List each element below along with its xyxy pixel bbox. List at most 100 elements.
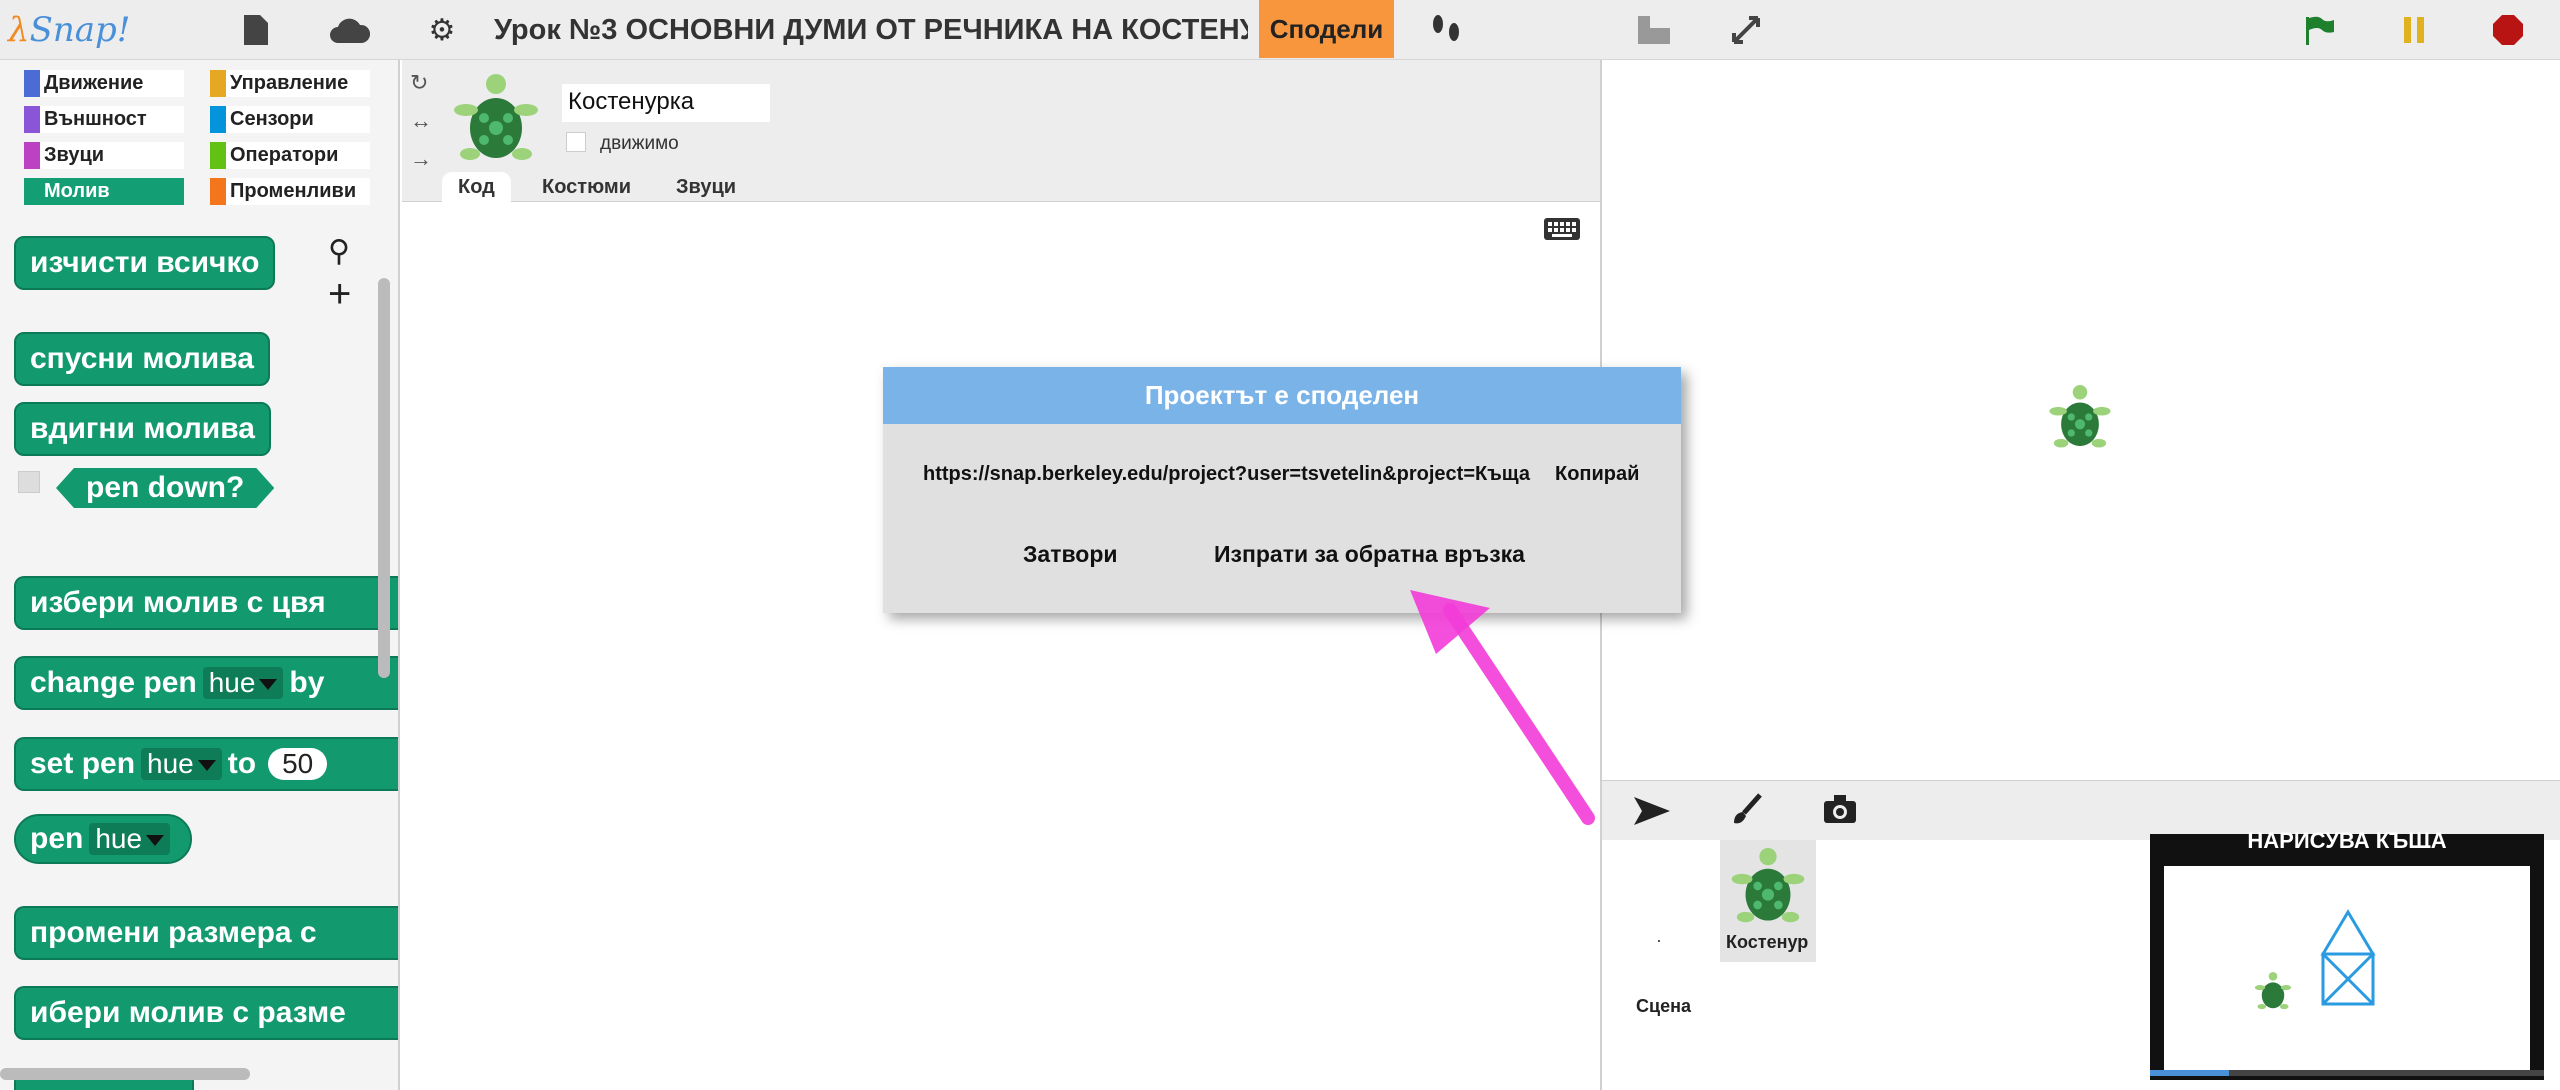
camera-icon[interactable] [1824,795,1856,828]
value-input[interactable]: 50 [268,748,328,780]
project-url[interactable]: https://snap.berkeley.edu/project?user=t… [923,463,1530,486]
stage-size-icon[interactable] [1636,12,1672,48]
stop-icon[interactable] [2490,12,2526,48]
logo-text: Snap! [29,10,131,50]
change-pen-block[interactable]: change pen hue by [14,656,398,710]
block-label: by [289,666,325,699]
block-label: ибери молив с разме [30,996,346,1029]
close-button[interactable]: Затвори [1023,541,1118,568]
snap-window: λSnap! ⚙ Урок №3 ОСНОВНИ ДУМИ ОТ РЕЧНИКА… [0,0,2560,1090]
change-size-block[interactable]: промени размера с [14,906,398,960]
category-swatch [24,70,40,97]
corral-sprite-thumbnail [1730,844,1806,933]
palette-vertical-scrollbar[interactable] [378,278,390,678]
block-label: промени размера с [30,916,317,949]
palette-horizontal-scrollbar[interactable] [0,1068,250,1080]
pen-up-block[interactable]: вдигни молива [14,402,271,456]
category-looks[interactable]: Външност [24,106,184,133]
stage-thumbnail[interactable] [1658,940,1660,942]
draggable-checkbox[interactable] [566,132,586,152]
share-button[interactable]: Сподели [1259,0,1394,58]
tab-sounds[interactable]: Звуци [660,172,752,202]
cloud-icon[interactable] [328,12,372,48]
rotate-none-icon[interactable]: → [410,146,432,172]
block-label: вдигни молива [30,412,255,445]
hue-dropdown[interactable]: hue [202,667,284,699]
category-pen[interactable]: Молив [24,178,184,205]
stage[interactable] [1600,60,2560,780]
category-label: Променливи [230,180,357,202]
turtle-arrow-icon[interactable] [1634,797,1670,830]
dropdown-value: hue [208,667,256,698]
category-swatch [24,142,40,169]
pen-down-checkbox[interactable] [18,471,40,493]
video-progress-fill [2150,1070,2229,1076]
stage-label: Сцена [1636,996,1691,1016]
pen-down-block[interactable]: спусни молива [14,332,270,386]
category-label: Звуци [44,144,105,166]
corral-sprite-turtle[interactable]: Костенур [1720,840,1816,962]
set-pen-color-block[interactable]: избери молив с цвя [14,576,398,630]
category-variables[interactable]: Променливи [210,178,370,205]
logo-lambda: λ [8,10,30,50]
category-swatch [210,178,226,205]
category-swatch [210,106,226,133]
video-progress-bar[interactable] [2150,1070,2544,1076]
gear-icon[interactable]: ⚙ [424,12,460,48]
category-motion[interactable]: Движение [24,70,184,97]
top-bar: λSnap! ⚙ Урок №3 ОСНОВНИ ДУМИ ОТ РЕЧНИКА… [0,0,2560,60]
video-turtle [2254,970,2292,1017]
hue-dropdown[interactable]: hue [141,748,222,780]
category-label: Управление [230,72,349,94]
block-label: pen [30,822,84,855]
category-sensing[interactable]: Сензори [210,106,370,133]
draggable-label: движимо [600,133,679,154]
category-label: Оператори [230,144,339,166]
category-label: Външност [44,108,147,130]
fullscreen-icon[interactable] [1728,12,1764,48]
green-flag-icon[interactable] [2302,12,2338,48]
block-label: спусни молива [30,342,254,375]
category-label: Движение [44,72,144,94]
category-operators[interactable]: Оператори [210,142,370,169]
block-label: изчисти всичко [30,246,260,279]
dropdown-arrow-icon [197,760,216,772]
rotate-any-icon[interactable]: ↻ [410,70,428,96]
file-icon[interactable] [238,12,274,48]
search-icon[interactable]: ⚲ [328,234,350,269]
category-label: Молив [44,180,110,202]
category-swatch [24,106,40,133]
annotation-arrow-icon [1410,590,1595,825]
video-house-drawing [2320,908,2376,1013]
block-label: set pen [30,747,136,780]
block-label: to [227,747,257,780]
category-swatch [210,142,226,169]
pause-icon[interactable] [2396,12,2432,48]
block-label: change pen [30,666,197,699]
tab-costumes[interactable]: Костюми [526,172,647,202]
send-feedback-button[interactable]: Изпрати за обратна връзка [1214,541,1525,568]
category-label: Сензори [230,108,314,130]
keyboard-icon[interactable] [1544,218,1580,245]
video-overlay[interactable]: НАРИСУВА КЪЩА [2150,828,2544,1080]
snap-logo[interactable]: λSnap! [8,10,130,50]
sprite-name-input[interactable]: Костенурка [562,84,770,122]
dropdown-arrow-icon [146,835,165,847]
dropdown-value: hue [147,748,194,779]
pen-reporter-block[interactable]: pen hue [14,814,193,864]
plus-icon[interactable]: + [328,274,351,314]
category-sound[interactable]: Звуци [24,142,184,169]
share-dialog: Проектът е споделен https://snap.berkele… [883,367,1681,613]
category-control[interactable]: Управление [210,70,370,97]
footprints-icon[interactable] [1428,12,1464,48]
set-pen-block[interactable]: set pen hue to 50 [14,737,398,791]
paint-brush-icon[interactable] [1730,793,1762,832]
clear-block[interactable]: изчисти всичко [14,236,276,290]
copy-button[interactable]: Копирай [1555,463,1639,486]
set-size-block[interactable]: ибери молив с разме [14,986,398,1040]
rotate-leftright-icon[interactable]: ↔ [410,108,432,134]
stage-turtle-sprite[interactable] [2048,382,2112,457]
hue-dropdown[interactable]: hue [89,823,171,855]
pen-down-predicate[interactable]: pen down? [56,468,274,508]
tab-code[interactable]: Код [442,172,511,202]
